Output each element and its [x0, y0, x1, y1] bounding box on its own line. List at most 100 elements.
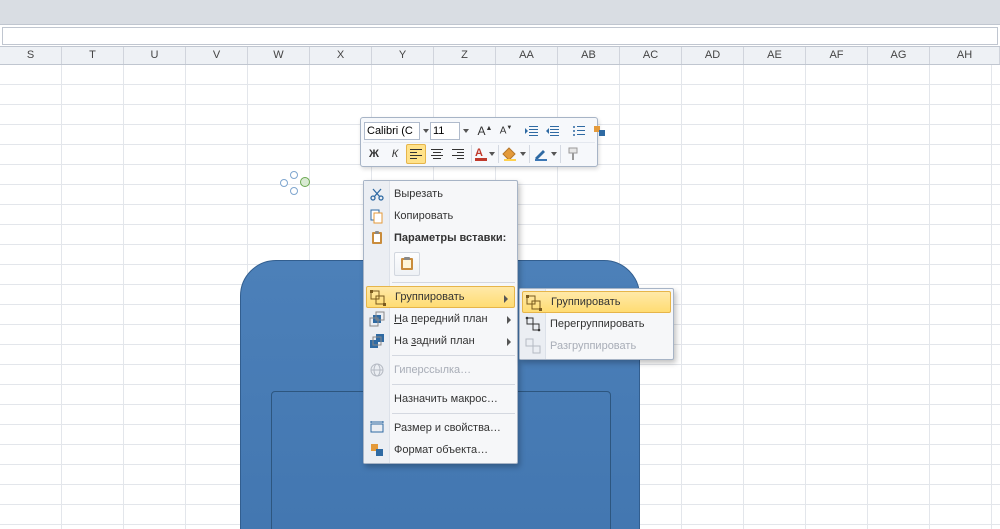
- menu-label: Размер и свойства…: [394, 422, 501, 434]
- col-header[interactable]: S: [0, 47, 62, 64]
- menu-group[interactable]: Группировать: [366, 286, 515, 308]
- menu-send-back[interactable]: На задний план: [364, 330, 517, 352]
- col-header[interactable]: AD: [682, 47, 744, 64]
- size-icon: [369, 420, 385, 436]
- submenu-arrow-icon: [507, 338, 511, 346]
- menu-label: На задний план: [394, 335, 475, 347]
- menu-separator: [392, 384, 515, 385]
- menu-separator: [392, 413, 515, 414]
- menu-cut[interactable]: Вырезать: [364, 183, 517, 205]
- menu-copy[interactable]: Копировать: [364, 205, 517, 227]
- paste-options-row: [364, 249, 517, 279]
- resize-handle[interactable]: [280, 179, 288, 187]
- submenu-regroup[interactable]: Перегруппировать: [520, 313, 673, 335]
- chevron-down-icon[interactable]: [489, 152, 495, 156]
- menu-label: Группировать: [551, 296, 621, 308]
- col-header[interactable]: AB: [558, 47, 620, 64]
- submenu-ungroup: Разгруппировать: [520, 335, 673, 357]
- menu-bring-front[interactable]: На передний план: [364, 308, 517, 330]
- formula-input[interactable]: [2, 27, 998, 45]
- menu-label: На передний план: [394, 313, 488, 325]
- format-icon: [369, 442, 385, 458]
- menu-label: Вырезать: [394, 188, 443, 200]
- ribbon-placeholder: [0, 0, 1000, 25]
- menu-separator: [392, 282, 515, 283]
- formula-bar: [0, 25, 1000, 47]
- increase-indent-button[interactable]: [543, 121, 563, 141]
- col-header[interactable]: AH: [930, 47, 1000, 64]
- column-headers: S T U V W X Y Z AA AB AC AD AE AF AG AH: [0, 47, 1000, 65]
- chevron-down-icon[interactable]: [520, 152, 526, 156]
- copy-icon: [369, 208, 385, 224]
- group-submenu: Группировать Перегруппировать Разгруппир…: [519, 288, 674, 360]
- menu-paste-options-header: Параметры вставки:: [364, 227, 517, 249]
- col-header[interactable]: W: [248, 47, 310, 64]
- blank-icon: [369, 391, 385, 407]
- separator: [560, 145, 561, 163]
- font-color-button[interactable]: A: [475, 144, 495, 164]
- col-header[interactable]: AE: [744, 47, 806, 64]
- menu-assign-macro[interactable]: Назначить макрос…: [364, 388, 517, 410]
- group-icon: [526, 295, 542, 311]
- menu-size-props[interactable]: Размер и свойства…: [364, 417, 517, 439]
- menu-format-object[interactable]: Формат объекта…: [364, 439, 517, 461]
- separator: [498, 145, 499, 163]
- align-right-button[interactable]: [448, 144, 468, 164]
- menu-label: Группировать: [395, 291, 465, 303]
- resize-handle[interactable]: [290, 171, 298, 179]
- send-back-icon: [369, 333, 385, 349]
- col-header[interactable]: AC: [620, 47, 682, 64]
- col-header[interactable]: AF: [806, 47, 868, 64]
- menu-label: Параметры вставки:: [394, 232, 506, 244]
- col-header[interactable]: AA: [496, 47, 558, 64]
- clipboard-icon: [369, 230, 385, 246]
- col-header[interactable]: X: [310, 47, 372, 64]
- menu-label: Гиперссылка…: [394, 364, 471, 376]
- submenu-arrow-icon: [504, 295, 508, 303]
- separator: [471, 145, 472, 163]
- chevron-down-icon[interactable]: [551, 152, 557, 156]
- chevron-down-icon[interactable]: [463, 129, 469, 133]
- chevron-down-icon[interactable]: [423, 129, 429, 133]
- mini-toolbar: A▲ A▼ Ж К: [360, 117, 598, 167]
- outline-color-button[interactable]: [533, 144, 557, 164]
- menu-label: Назначить макрос…: [394, 393, 498, 405]
- resize-handle[interactable]: [290, 187, 298, 195]
- styles-button[interactable]: [590, 121, 610, 141]
- bold-button[interactable]: Ж: [364, 144, 384, 164]
- col-header[interactable]: Y: [372, 47, 434, 64]
- align-center-button[interactable]: [427, 144, 447, 164]
- font-name-select[interactable]: [364, 122, 420, 140]
- menu-label: Формат объекта…: [394, 444, 488, 456]
- bullets-button[interactable]: [569, 121, 589, 141]
- shrink-font-button[interactable]: A▼: [496, 121, 516, 141]
- paste-default-button[interactable]: [394, 252, 420, 276]
- rotate-handle[interactable]: [300, 177, 310, 187]
- scissors-icon: [369, 186, 385, 202]
- col-header[interactable]: T: [62, 47, 124, 64]
- col-header[interactable]: AG: [868, 47, 930, 64]
- col-header[interactable]: U: [124, 47, 186, 64]
- menu-label: Перегруппировать: [550, 318, 644, 330]
- font-size-select[interactable]: [430, 122, 460, 140]
- regroup-icon: [525, 316, 541, 332]
- fill-color-button[interactable]: [502, 144, 526, 164]
- separator: [529, 145, 530, 163]
- format-painter-button[interactable]: [564, 144, 584, 164]
- grow-font-button[interactable]: A▲: [475, 121, 495, 141]
- bring-front-icon: [369, 311, 385, 327]
- col-header[interactable]: Z: [434, 47, 496, 64]
- submenu-group[interactable]: Группировать: [522, 291, 671, 313]
- group-icon: [370, 290, 386, 306]
- context-menu: Вырезать Копировать Параметры вставки: Г: [363, 180, 518, 464]
- italic-button[interactable]: К: [385, 144, 405, 164]
- menu-hyperlink: Гиперссылка…: [364, 359, 517, 381]
- col-header[interactable]: V: [186, 47, 248, 64]
- menu-separator: [392, 355, 515, 356]
- decrease-indent-button[interactable]: [522, 121, 542, 141]
- ungroup-icon: [525, 338, 541, 354]
- submenu-arrow-icon: [507, 316, 511, 324]
- menu-label: Копировать: [394, 210, 453, 222]
- worksheet-grid[interactable]: A▲ A▼ Ж К: [0, 65, 1000, 529]
- align-left-button[interactable]: [406, 144, 426, 164]
